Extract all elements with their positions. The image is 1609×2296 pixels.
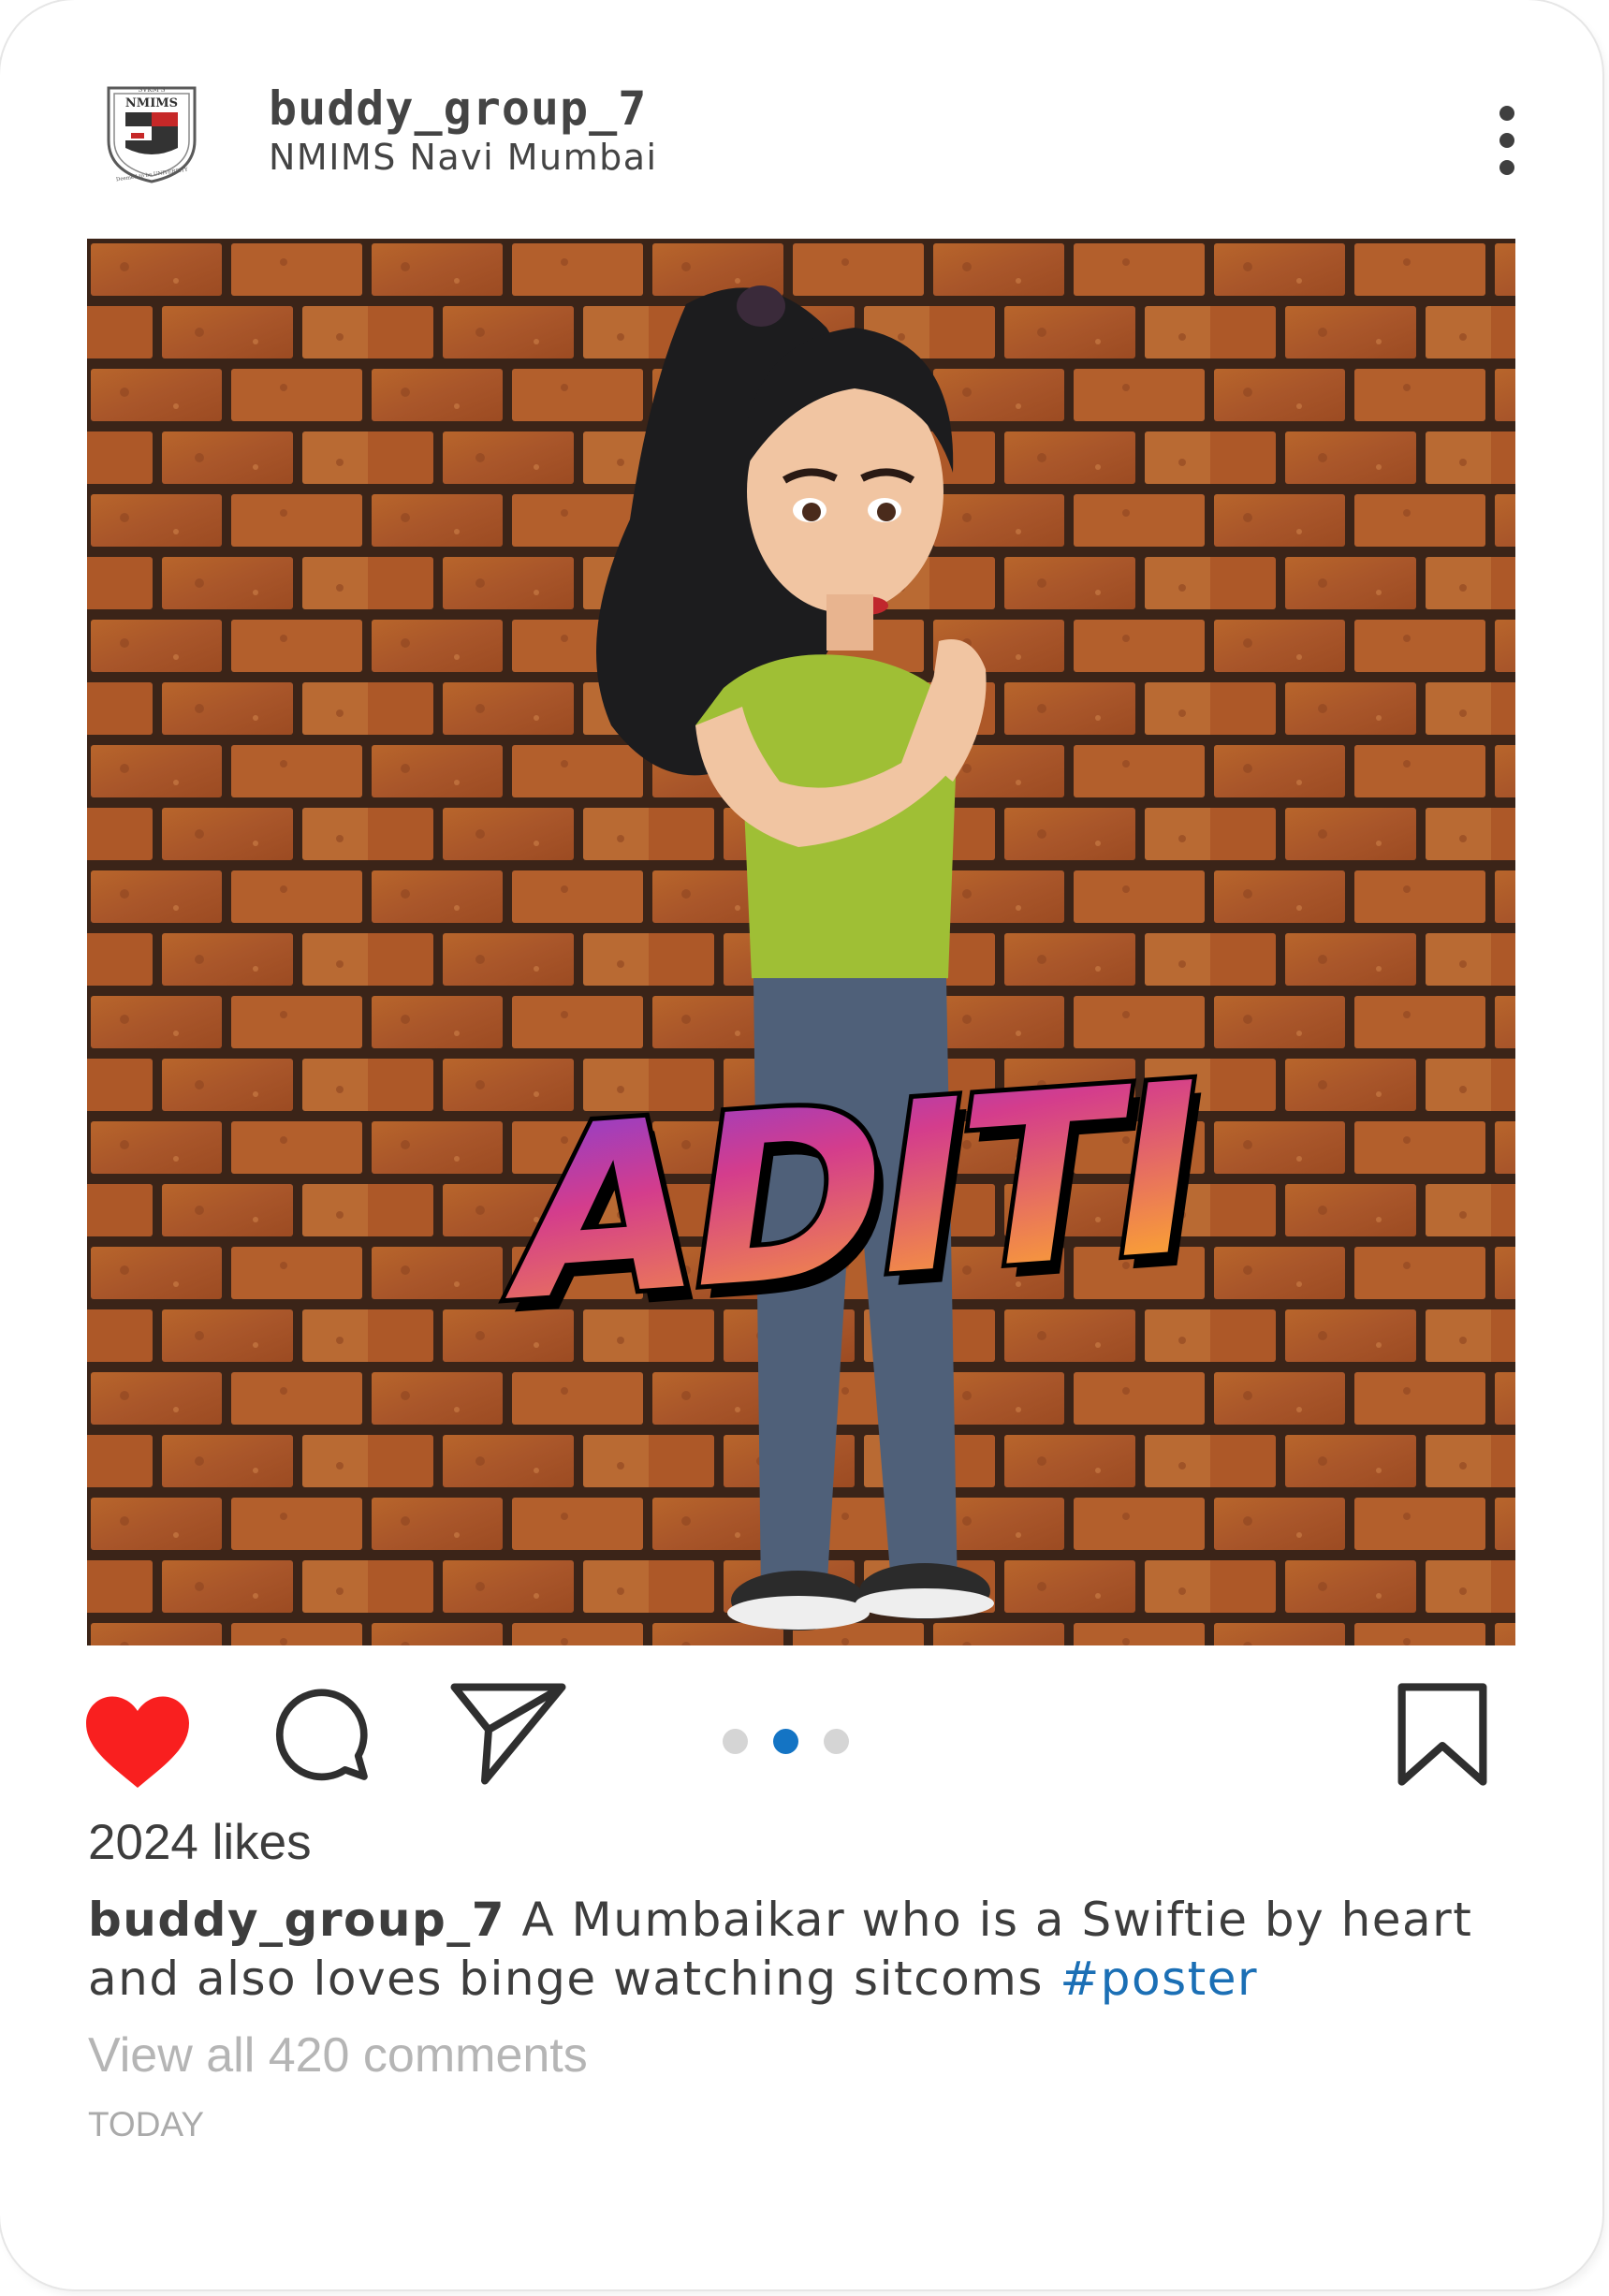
post-caption: buddy_group_7 A Mumbaikar who is a Swift… bbox=[88, 1891, 1548, 2009]
caption-username[interactable]: buddy_group_7 bbox=[88, 1893, 505, 1947]
more-vertical-icon[interactable] bbox=[1484, 98, 1532, 183]
more-dot bbox=[1499, 106, 1514, 121]
comment-icon[interactable] bbox=[271, 1683, 373, 1786]
carousel-dot[interactable] bbox=[723, 1729, 748, 1754]
likes-count[interactable]: 2024 likes bbox=[88, 1813, 312, 1873]
action-bar bbox=[0, 1666, 1602, 1797]
post-header: SVKM'S NMIMS Deemed to be UNIVERSITY bud… bbox=[0, 0, 1602, 225]
bookmark-icon[interactable] bbox=[1393, 1680, 1492, 1789]
post-image[interactable]: ADITI ADITI bbox=[87, 239, 1515, 1645]
send-icon[interactable] bbox=[447, 1680, 569, 1788]
nmims-logo[interactable]: SVKM'S NMIMS Deemed to be UNIVERSITY bbox=[97, 82, 206, 185]
more-dot bbox=[1499, 160, 1514, 175]
post-card: SVKM'S NMIMS Deemed to be UNIVERSITY bud… bbox=[0, 0, 1602, 2289]
carousel-dot[interactable] bbox=[824, 1729, 849, 1754]
heart-icon[interactable] bbox=[80, 1689, 195, 1792]
post-username[interactable]: buddy_group_7 bbox=[269, 80, 647, 137]
caption-hashtag[interactable]: #poster bbox=[1060, 1952, 1258, 2006]
post-location[interactable]: NMIMS Navi Mumbai bbox=[269, 136, 658, 179]
view-comments-link[interactable]: View all 420 comments bbox=[88, 2026, 588, 2084]
post-image-canvas: ADITI ADITI bbox=[87, 239, 1515, 1645]
logo-name-text: NMIMS bbox=[125, 96, 178, 110]
aditi-overlay: ADITI ADITI bbox=[491, 1026, 1223, 1367]
more-dot bbox=[1499, 133, 1514, 148]
aditi-text: ADITI bbox=[496, 1031, 1214, 1354]
logo-top-text: SVKM'S bbox=[139, 86, 166, 94]
carousel-dot-active[interactable] bbox=[773, 1729, 798, 1754]
post-timestamp: TODAY bbox=[88, 2105, 205, 2143]
